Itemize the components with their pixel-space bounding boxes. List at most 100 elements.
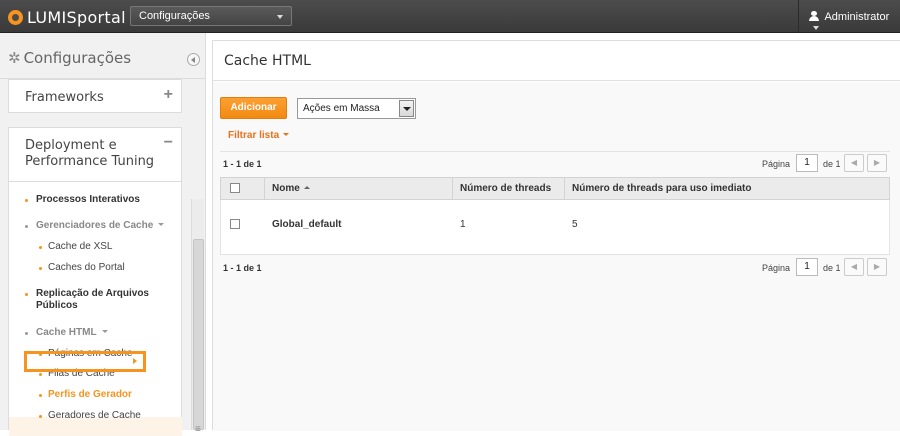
sidebar-item-cache-de-xsl[interactable]: Cache de XSL xyxy=(9,241,183,252)
row-checkbox[interactable] xyxy=(230,219,240,229)
panel-frameworks[interactable]: Frameworks + xyxy=(8,79,182,113)
sidebar-title-text: Configurações xyxy=(23,49,132,67)
page-total: de 1 xyxy=(823,159,841,169)
select-all-checkbox[interactable] xyxy=(230,183,240,193)
column-label: Número de threads xyxy=(460,183,552,194)
page-label: Página xyxy=(762,159,791,169)
chevron-down-icon xyxy=(283,133,290,136)
sidebar-item-gerenciadores-de-cache[interactable]: Gerenciadores de Cache xyxy=(9,220,183,231)
cell-threads-immediate: 5 xyxy=(572,219,578,230)
page-label: Página xyxy=(762,263,791,273)
divider xyxy=(220,254,890,255)
sort-ascending-icon xyxy=(303,186,310,189)
cell-name[interactable]: Global_default xyxy=(272,219,341,230)
table-header: Nome Número de threads Número de threads… xyxy=(220,177,890,200)
next-page-button[interactable]: ▶ xyxy=(867,154,887,172)
sidebar-item-label: Cache de XSL xyxy=(48,241,113,252)
active-item-highlight xyxy=(24,351,146,372)
column-label: Nome xyxy=(272,183,300,194)
column-label: Número de threads para uso imediato xyxy=(572,183,752,194)
chevron-left-icon: ◀ xyxy=(850,262,858,271)
bullet-icon xyxy=(25,332,28,335)
page-input[interactable]: 1 xyxy=(796,258,818,276)
sidebar-item-label: Geradores de Cache xyxy=(48,410,141,421)
column-header-threads-imediato[interactable]: Número de threads para uso imediato xyxy=(565,178,885,199)
panel-title: Deployment e Performance Tuning xyxy=(25,138,154,170)
page-title: Cache HTML xyxy=(224,53,311,69)
page-input[interactable]: 1 xyxy=(796,154,818,172)
add-button[interactable]: Adicionar xyxy=(220,97,287,119)
chevron-down-icon xyxy=(158,223,165,226)
bullet-icon xyxy=(25,199,28,202)
user-name: Administrator xyxy=(824,11,890,23)
sidebar-item-processos-interativos[interactable]: Processos Interativos xyxy=(9,194,183,205)
sidebar-item-label: Perfis de Gerador xyxy=(48,389,132,400)
logo-text: LUMISportal xyxy=(27,8,126,27)
top-bar: LUMISportal Configurações Administrator xyxy=(0,0,900,33)
prev-page-button[interactable]: ◀ xyxy=(844,258,864,276)
panel-title: Frameworks xyxy=(25,90,104,105)
chevron-left-icon: ◀ xyxy=(850,158,858,167)
sidebar-item-label: Caches do Portal xyxy=(48,262,125,273)
chevron-down-icon xyxy=(277,15,283,19)
sidebar-item-label: Públicos xyxy=(36,300,78,311)
next-page-button[interactable]: ▶ xyxy=(867,258,887,276)
main-header: Cache HTML xyxy=(213,41,900,81)
table-row[interactable]: Global_default 1 5 xyxy=(220,200,890,254)
panel-title-line2: Performance Tuning xyxy=(25,154,155,169)
divider xyxy=(220,151,890,152)
bullet-icon xyxy=(39,246,42,249)
bullet-icon xyxy=(25,225,28,228)
chevron-right-icon xyxy=(133,358,137,364)
collapse-icon[interactable]: − xyxy=(164,134,173,152)
sidebar-item-label: Replicação de Arquivos xyxy=(36,288,149,299)
gear-icon: ✲ xyxy=(8,49,21,67)
main-content: Cache HTML Adicionar Ações em Massa Filt… xyxy=(212,40,900,431)
mass-actions-select[interactable]: Ações em Massa xyxy=(297,98,416,119)
user-icon xyxy=(809,11,819,21)
mass-actions-value: Ações em Massa xyxy=(303,103,380,114)
bullet-icon xyxy=(39,373,42,376)
bullet-icon xyxy=(39,267,42,270)
prev-page-button[interactable]: ◀ xyxy=(844,154,864,172)
context-select-value: Configurações xyxy=(139,10,210,22)
sidebar-item-label: Gerenciadores de Cache xyxy=(36,220,154,231)
sidebar-item-label: Cache HTML xyxy=(36,327,97,338)
result-count: 1 - 1 de 1 xyxy=(223,159,262,169)
portal-logo[interactable]: LUMISportal xyxy=(8,8,126,27)
chevron-right-icon: ▶ xyxy=(873,262,881,271)
panel-deployment[interactable]: Deployment e Performance Tuning − xyxy=(8,127,182,182)
context-select[interactable]: Configurações xyxy=(130,6,292,26)
sidebar-scrollbar[interactable] xyxy=(191,199,204,435)
chevron-down-icon xyxy=(813,26,819,30)
sidebar-item-cache-html[interactable]: Cache HTML xyxy=(9,327,183,338)
sidebar-item-label: Processos Interativos xyxy=(36,194,140,205)
sidebar-item-perfis-de-gerador[interactable]: Perfis de Gerador xyxy=(9,389,183,400)
filter-list-label: Filtrar lista xyxy=(228,130,280,141)
scrollbar-thumb[interactable] xyxy=(193,239,204,435)
bullet-icon xyxy=(39,394,42,397)
sidebar-item-geradores-de-cache[interactable]: Geradores de Cache xyxy=(9,410,183,421)
user-menu[interactable]: Administrator xyxy=(798,0,900,33)
collapse-sidebar-button[interactable] xyxy=(187,53,200,66)
logo-icon xyxy=(8,10,23,25)
filter-list-link[interactable]: Filtrar lista xyxy=(228,130,290,141)
nav-list: Processos Interativos Gerenciadores de C… xyxy=(8,182,183,436)
column-header-threads[interactable]: Número de threads xyxy=(453,178,565,199)
expand-icon[interactable]: + xyxy=(164,86,173,104)
column-header-nome[interactable]: Nome xyxy=(265,178,453,199)
bullet-icon xyxy=(25,293,28,296)
sidebar-item-replicacao-de-arquivos[interactable]: Replicação de Arquivos Públicos xyxy=(9,288,183,312)
cell-threads: 1 xyxy=(460,219,466,230)
pagination-bottom: 1 - 1 de 1 Página 1 de 1 ◀ ▶ xyxy=(220,258,890,278)
sidebar-title: ✲ Configurações xyxy=(8,49,131,67)
chevron-down-icon xyxy=(101,330,108,333)
chevron-right-icon: ▶ xyxy=(873,158,881,167)
sidebar-item-caches-do-portal[interactable]: Caches do Portal xyxy=(9,262,183,273)
result-count: 1 - 1 de 1 xyxy=(223,263,262,273)
panel-title-line1: Deployment e xyxy=(25,138,117,153)
chevron-down-icon[interactable] xyxy=(399,100,414,117)
main-body: Adicionar Ações em Massa Filtrar lista 1… xyxy=(213,82,900,431)
page-total: de 1 xyxy=(823,263,841,273)
bullet-icon xyxy=(39,415,42,418)
